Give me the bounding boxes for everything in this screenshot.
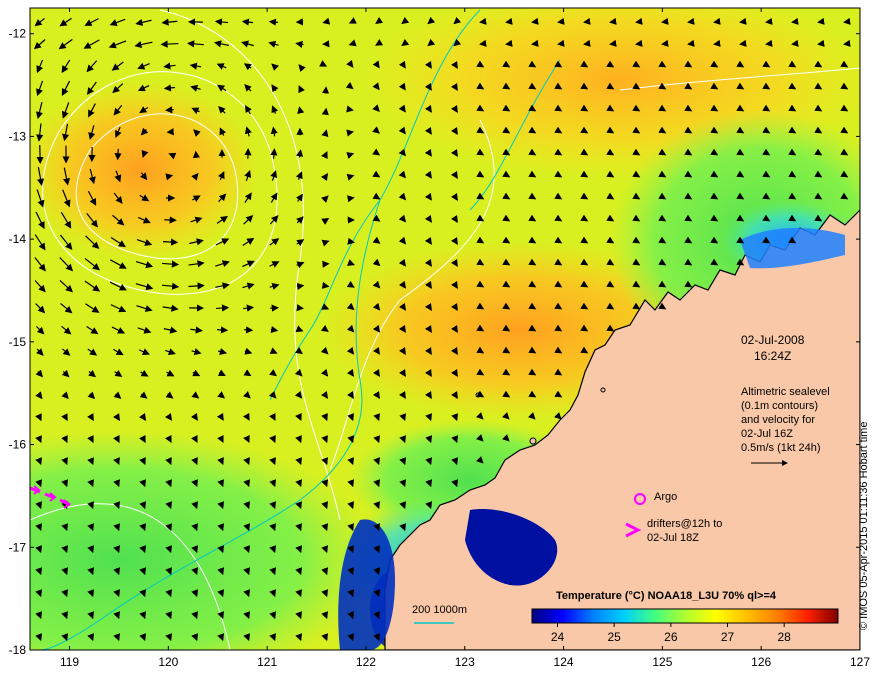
- velocity-arrow: [217, 326, 229, 334]
- velocity-arrow: [347, 237, 356, 245]
- x-tick-label: 127: [850, 655, 870, 669]
- velocity-arrow: [687, 39, 695, 47]
- y-tick-label: -16: [9, 438, 27, 452]
- x-tick-label: 123: [455, 655, 475, 669]
- velocity-arrow: [843, 17, 851, 25]
- velocity-arrow: [346, 152, 355, 159]
- velocity-arrow: [321, 281, 330, 289]
- velocity-arrow: [817, 17, 825, 25]
- bathymetry-label: 200 1000m: [412, 604, 468, 616]
- velocity-arrow: [661, 39, 669, 47]
- velocity-arrow: [268, 18, 279, 26]
- velocity-arrow: [739, 39, 747, 47]
- velocity-arrow: [635, 39, 643, 47]
- y-tick-label: -14: [9, 232, 27, 246]
- y-tick-label: -15: [9, 335, 27, 349]
- velocity-arrow: [635, 17, 643, 25]
- colorbar-tick-label: 27: [721, 630, 735, 644]
- velocity-arrow: [609, 39, 617, 47]
- y-tick-label: -17: [9, 540, 27, 554]
- velocity-arrow: [765, 17, 773, 25]
- island: [529, 437, 537, 445]
- velocity-arrow: [687, 17, 695, 25]
- x-tick-label: 124: [554, 655, 574, 669]
- colorbar: [531, 608, 839, 624]
- velocity-arrow: [162, 238, 179, 246]
- velocity-arrow: [346, 173, 355, 181]
- velocity-arrow: [609, 17, 617, 25]
- velocity-arrow: [817, 39, 825, 47]
- velocity-arrow: [165, 106, 174, 114]
- x-tick-label: 122: [356, 655, 376, 669]
- velocity-arrow: [765, 39, 773, 47]
- speed-scale-label: 0.5m/s (1kt 24h): [741, 442, 821, 454]
- colorbar-tick-label: 26: [664, 630, 678, 644]
- velocity-arrow: [347, 195, 355, 203]
- velocity-arrow: [739, 17, 747, 25]
- x-tick-label: 120: [158, 655, 178, 669]
- x-tick-label: 119: [60, 655, 79, 669]
- velocity-arrow: [791, 39, 799, 47]
- altimetry-note-line1: Altimetric sealevel: [741, 386, 830, 398]
- velocity-arrow: [270, 148, 278, 159]
- imos-credit: © IMOS 05-Apr-2015 01:11:36 Hobart time: [858, 421, 870, 630]
- velocity-arrow: [296, 304, 304, 312]
- velocity-arrow: [345, 81, 354, 90]
- map-time: 16:24Z: [754, 349, 792, 363]
- colorbar-title: Temperature (°C) NOAA18_L3U 70% ql>=4: [556, 590, 776, 602]
- colorbar-tick-label: 25: [607, 630, 621, 644]
- y-tick-label: -12: [9, 27, 27, 41]
- velocity-arrow: [36, 145, 44, 165]
- altimetry-note-line4: 02-Jul 16Z: [741, 428, 793, 440]
- velocity-arrow: [713, 39, 721, 47]
- velocity-arrow: [713, 17, 721, 25]
- sst-warm-eddy: [30, 80, 260, 260]
- velocity-arrow: [661, 17, 669, 25]
- island: [600, 387, 606, 393]
- argo-label: Argo: [654, 491, 678, 503]
- island: [475, 392, 481, 398]
- y-tick-label: -18: [9, 643, 27, 657]
- velocity-arrow: [843, 39, 851, 47]
- y-tick-label: -13: [9, 129, 27, 143]
- map-date: 02-Jul-2008: [741, 333, 805, 347]
- x-tick-label: 126: [751, 655, 771, 669]
- velocity-arrow: [243, 326, 254, 334]
- x-tick-label: 121: [257, 655, 277, 669]
- altimetry-note-line3: and velocity for: [741, 414, 815, 426]
- colorbar-tick-label: 28: [777, 630, 791, 644]
- velocity-arrow: [791, 17, 799, 25]
- altimetry-note-line2: (0.1m contours): [741, 400, 819, 412]
- velocity-arrow: [114, 148, 122, 161]
- velocity-arrow: [270, 304, 279, 312]
- x-tick-label: 125: [652, 655, 672, 669]
- colorbar-tick-label: 24: [551, 630, 565, 644]
- drifter-label-line1: drifters@12h to: [647, 518, 723, 530]
- drifter-label-line2: 02-Jul 18Z: [647, 532, 699, 544]
